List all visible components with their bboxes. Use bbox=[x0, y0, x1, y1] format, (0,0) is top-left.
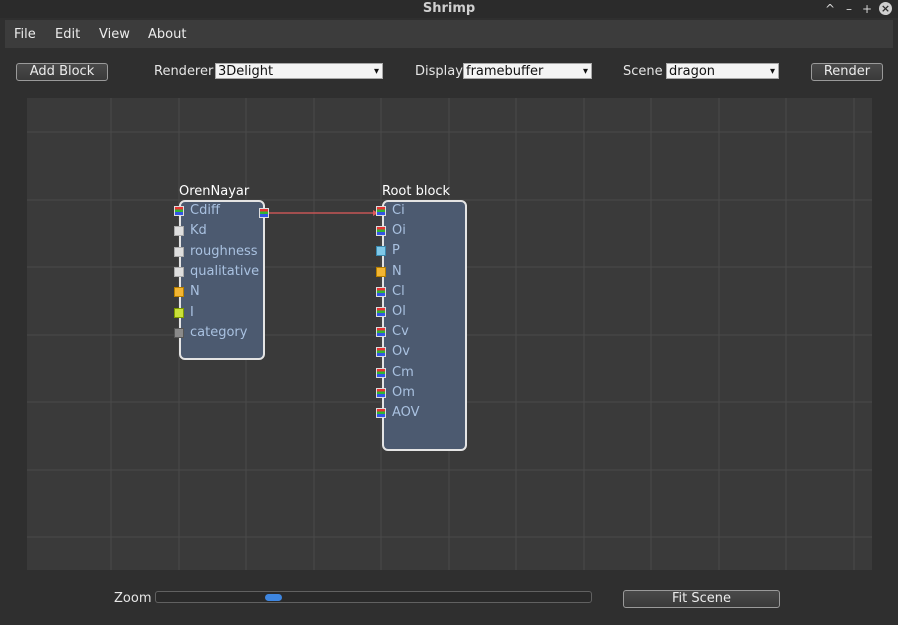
window-titlebar: Shrimp bbox=[0, 0, 898, 18]
chevron-down-icon: ▾ bbox=[373, 66, 379, 77]
port-orennayar-kd[interactable] bbox=[174, 226, 184, 237]
maximize-icon[interactable]: + bbox=[859, 1, 875, 17]
port-orennayar-roughness[interactable] bbox=[174, 246, 184, 257]
port-label-root-ov: Ov bbox=[392, 344, 410, 360]
port-label-root-cl: Cl bbox=[392, 283, 405, 299]
port-root-ci[interactable] bbox=[376, 206, 386, 216]
port-root-aov[interactable] bbox=[376, 408, 386, 418]
port-label-root-aov: AOV bbox=[392, 405, 420, 420]
add-block-button[interactable]: Add Block bbox=[16, 63, 108, 81]
menu-view[interactable]: View bbox=[99, 27, 130, 42]
renderer-label: Renderer bbox=[154, 64, 214, 79]
node-title-orennayar: OrenNayar bbox=[179, 184, 250, 199]
window-title: Shrimp bbox=[422, 1, 476, 16]
port-label-orennayar-category: category bbox=[190, 324, 248, 340]
renderer-value: 3Delight bbox=[218, 64, 274, 79]
menu-about[interactable]: About bbox=[148, 27, 186, 42]
port-orennayar-qualitative[interactable] bbox=[174, 266, 184, 277]
port-orennayar-category[interactable] bbox=[174, 327, 184, 338]
menu-bar: File Edit View About bbox=[5, 20, 893, 48]
port-label-orennayar-kd: Kd bbox=[190, 223, 207, 239]
port-orennayar-cdiff[interactable] bbox=[174, 206, 184, 216]
port-root-cl[interactable] bbox=[376, 286, 386, 297]
port-label-root-p: P bbox=[392, 243, 400, 259]
zoom-slider[interactable] bbox=[155, 591, 592, 603]
port-label-root-n: N bbox=[392, 263, 402, 279]
scene-select[interactable]: dragon ▾ bbox=[666, 63, 779, 79]
chevron-down-icon: ▾ bbox=[769, 66, 775, 77]
display-select[interactable]: framebuffer ▾ bbox=[463, 63, 592, 79]
port-label-orennayar-n: N bbox=[190, 284, 200, 300]
chevron-up-icon[interactable]: ^ bbox=[822, 1, 838, 17]
port-root-n[interactable] bbox=[376, 266, 386, 277]
port-orennayar-n[interactable] bbox=[174, 287, 184, 298]
port-label-root-ci: Ci bbox=[392, 203, 405, 218]
chevron-down-icon: ▾ bbox=[582, 66, 588, 77]
port-root-cm[interactable] bbox=[376, 367, 386, 378]
port-label-root-cv: Cv bbox=[392, 324, 409, 340]
port-label-root-om: Om bbox=[392, 384, 415, 400]
port-root-ov[interactable] bbox=[376, 347, 386, 358]
renderer-select[interactable]: 3Delight ▾ bbox=[215, 63, 383, 79]
port-root-ol[interactable] bbox=[376, 307, 386, 317]
port-label-orennayar-i: I bbox=[190, 304, 194, 320]
zoom-label: Zoom bbox=[114, 591, 152, 606]
port-label-root-ol: Ol bbox=[392, 304, 406, 319]
fit-scene-button[interactable]: Fit Scene bbox=[623, 590, 780, 608]
menu-file[interactable]: File bbox=[14, 27, 36, 42]
close-icon[interactable]: × bbox=[879, 2, 892, 15]
port-root-oi[interactable] bbox=[376, 226, 386, 237]
port-label-root-oi: Oi bbox=[392, 223, 406, 239]
port-orennayar-output[interactable] bbox=[259, 208, 269, 218]
port-root-p[interactable] bbox=[376, 246, 386, 257]
port-orennayar-i[interactable] bbox=[174, 307, 184, 318]
display-value: framebuffer bbox=[466, 64, 544, 79]
port-label-orennayar-qualitative: qualitative bbox=[190, 263, 260, 279]
port-root-om[interactable] bbox=[376, 387, 386, 398]
menu-edit[interactable]: Edit bbox=[55, 27, 80, 42]
minimize-icon[interactable]: – bbox=[841, 1, 857, 17]
zoom-slider-handle[interactable] bbox=[265, 594, 282, 601]
render-button[interactable]: Render bbox=[811, 63, 883, 81]
port-label-root-cm: Cm bbox=[392, 364, 414, 380]
node-canvas[interactable]: OrenNayar Cdiff Kd roughness qualitative N Ic… bbox=[27, 98, 872, 570]
scene-value: dragon bbox=[669, 64, 716, 79]
node-title-root: Root block bbox=[382, 184, 451, 199]
port-root-cv[interactable] bbox=[376, 327, 386, 338]
scene-label: Scene bbox=[623, 64, 663, 79]
port-label-orennayar-roughness: roughness bbox=[190, 243, 258, 259]
display-label: Display bbox=[415, 64, 463, 79]
port-label-orennayar-cdiff: Cdiff bbox=[190, 203, 220, 218]
